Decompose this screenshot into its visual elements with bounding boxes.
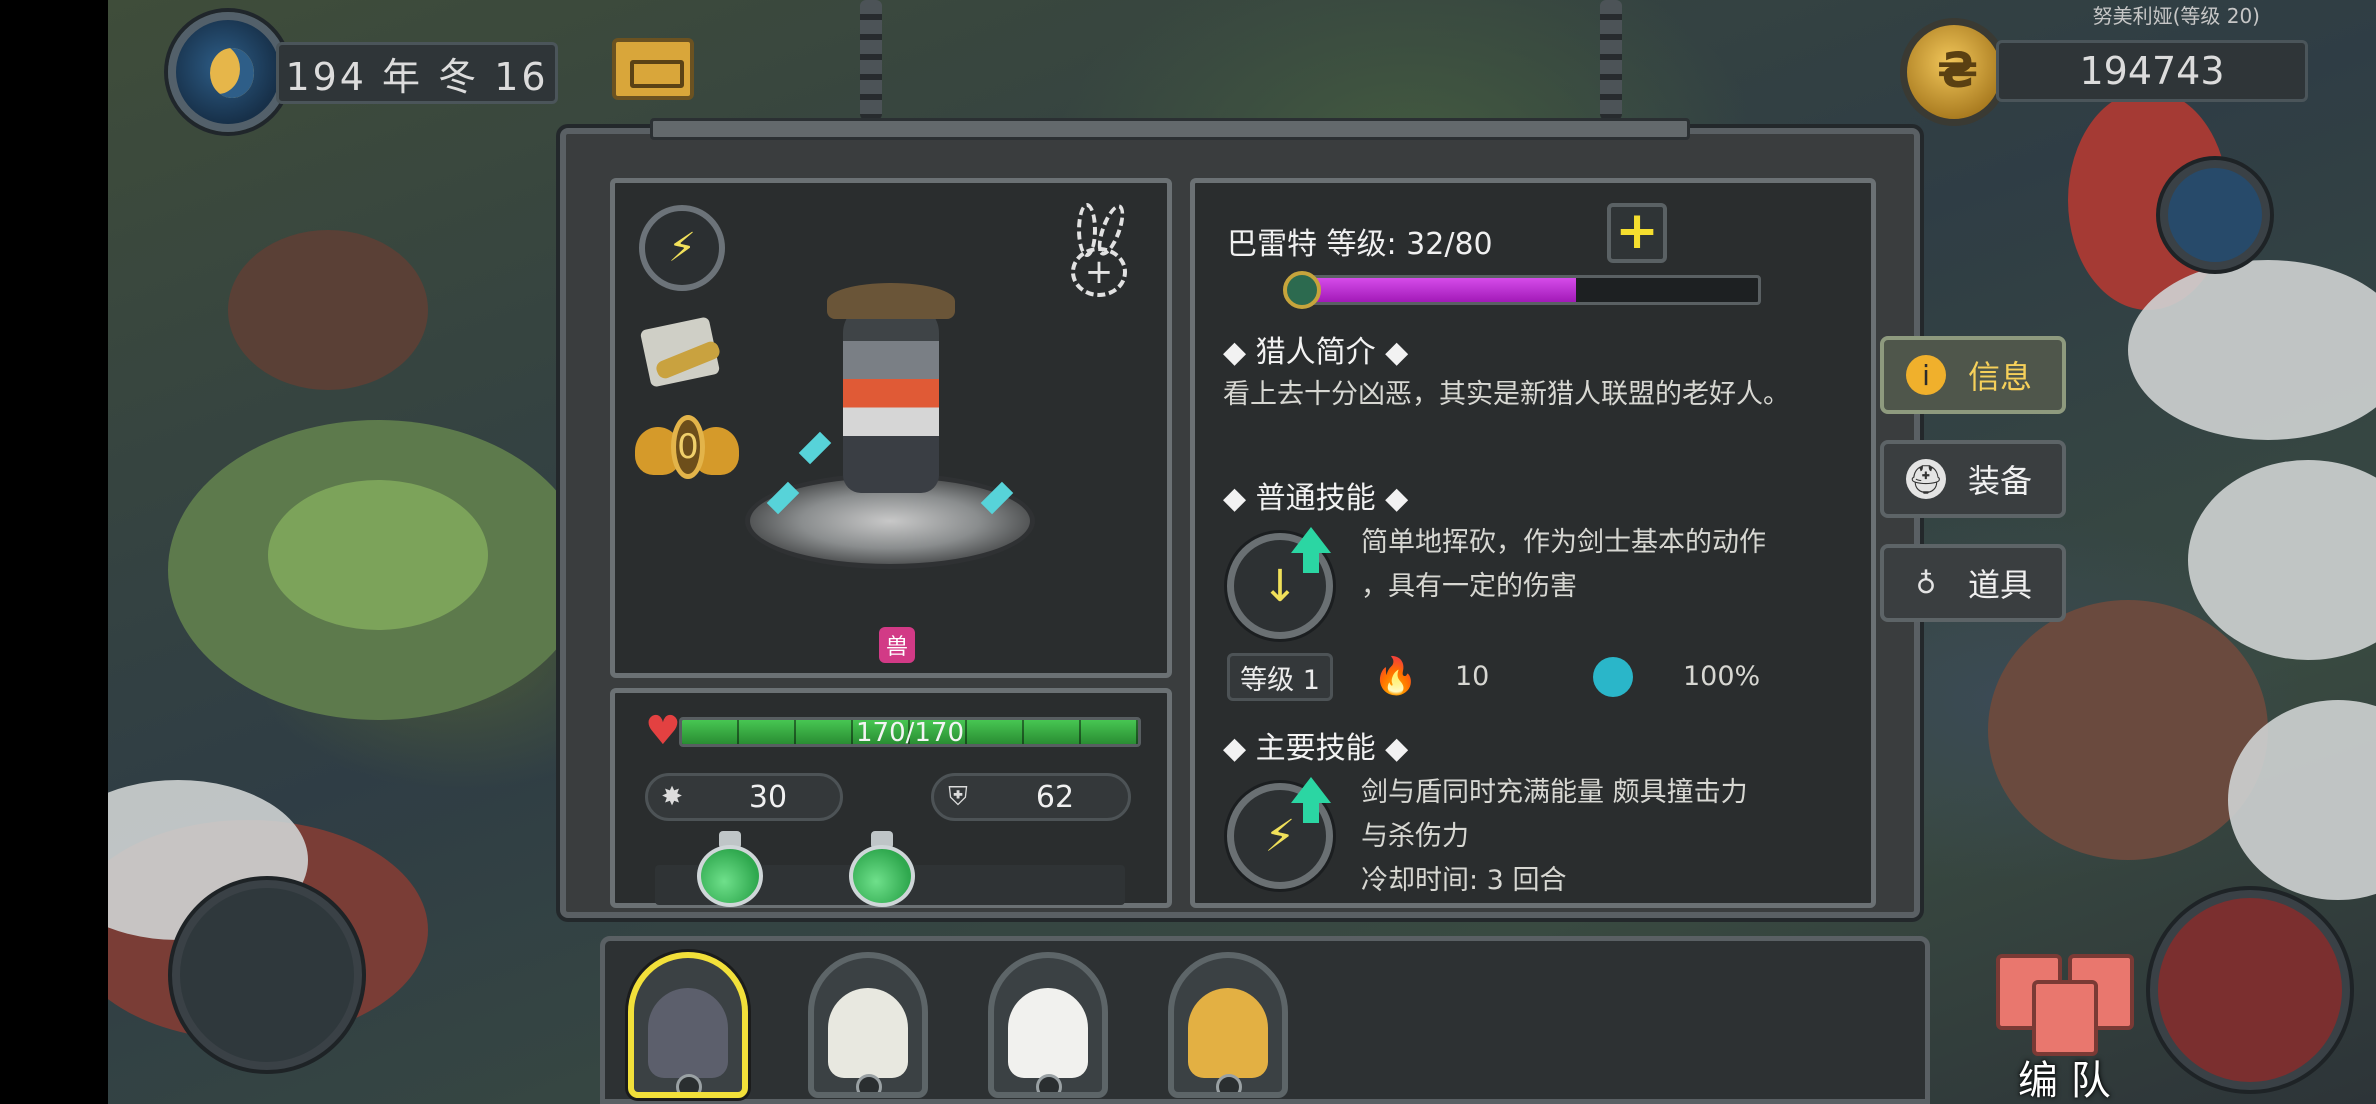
main-skill-desc-1: 剑与盾同时充满能量 颇具撞击力 xyxy=(1361,777,1748,808)
hero-name-level: 巴雷特 等级: 32/80 xyxy=(1227,227,1493,262)
team-formation-button[interactable]: 编 队 xyxy=(1960,920,2180,1104)
main-skill-title: ◆ 主要技能 ◆ xyxy=(1223,731,1409,766)
town-button[interactable] xyxy=(172,880,362,1070)
gold-coin-icon: ₴ xyxy=(1900,18,2008,126)
shield-icon: ⛨ xyxy=(948,781,968,812)
xp-rank-icon xyxy=(1283,271,1321,309)
normal-skill-title: ◆ 普通技能 ◆ xyxy=(1223,481,1409,516)
tab-info-label: 信息 xyxy=(1968,358,2033,396)
sword-rank-icon[interactable]: ⚡ xyxy=(639,205,725,291)
hero-slot-leopard[interactable] xyxy=(1168,952,1288,1098)
medal-count: 0 xyxy=(671,415,705,479)
tab-items-label: 道具 xyxy=(1968,566,2033,604)
hero-slot-barrett[interactable] xyxy=(628,952,748,1098)
team-formation-label: 编 队 xyxy=(2018,1058,2111,1104)
normal-skill-desc-1: 简单地挥砍，作为剑士基本的动作 xyxy=(1361,527,1766,558)
skill-damage: 10 xyxy=(1455,661,1490,692)
skill-upgrade-arrow-icon xyxy=(1291,777,1331,823)
hero-portrait-box: ⚡ 0 + 兽 xyxy=(610,178,1172,678)
attack-stat: ✸ 30 xyxy=(645,773,843,821)
quest-avatar-button[interactable] xyxy=(2160,160,2270,270)
hero-slot-polar-bear[interactable] xyxy=(988,952,1108,1098)
gold-display: ₴ 194743 xyxy=(1900,18,2320,128)
panel-chain xyxy=(860,0,882,120)
tab-equipment[interactable]: ⛑ 装备 xyxy=(1880,440,2066,518)
attack-value: 30 xyxy=(748,779,788,815)
xp-fill xyxy=(1304,278,1577,302)
intro-title: ◆ 猎人简介 ◆ xyxy=(1223,335,1409,370)
tab-items[interactable]: ♁ 道具 xyxy=(1880,544,2066,622)
bag-icon: ♁ xyxy=(1915,566,1937,600)
main-skill-cooldown: 冷却时间: 3 回合 xyxy=(1361,865,1567,896)
skill-accuracy: 100% xyxy=(1683,661,1761,692)
hp-text: 170/170 xyxy=(855,718,964,747)
level-up-button[interactable]: + xyxy=(1607,203,1667,263)
skill-level: 等级 1 xyxy=(1227,653,1333,701)
intro-text: 看上去十分凶恶，其实是新猎人联盟的老好人。 xyxy=(1223,379,1790,410)
forge-building xyxy=(228,230,428,390)
hero-slot-eagle[interactable] xyxy=(808,952,928,1098)
season-moon-icon xyxy=(168,12,288,132)
accuracy-icon xyxy=(1593,657,1633,697)
xp-bar xyxy=(1301,275,1761,305)
hero-info-box: 巴雷特 等级: 32/80 + ◆ 猎人简介 ◆ 看上去十分凶恶，其实是新猎人联… xyxy=(1190,178,1876,908)
race-badge-icon: 兽 xyxy=(879,627,915,663)
gold-amount: 194743 xyxy=(1996,40,2308,102)
date-text: 194 年 冬 16 xyxy=(276,42,558,104)
telescope-scroll-icon[interactable] xyxy=(639,316,722,388)
medal-icon[interactable]: 0 xyxy=(635,415,739,495)
skill-upgrade-arrow-icon xyxy=(1291,527,1331,573)
normal-skill-desc-2: ，具有一定的伤害 xyxy=(1361,571,1577,602)
bunny-slot-icon[interactable]: + xyxy=(1071,201,1141,299)
date-display: 194 年 冬 16 xyxy=(168,12,588,132)
panel-rail xyxy=(650,118,1690,140)
tab-equipment-label: 装备 xyxy=(1968,462,2033,500)
tree-canopy xyxy=(268,480,488,630)
potion-icon[interactable] xyxy=(849,831,915,909)
main-skill-desc-2: 与杀伤力 xyxy=(1361,821,1469,852)
hero-model xyxy=(745,283,1035,593)
helmet-icon: ⛑ xyxy=(1906,459,1946,499)
calendar-button[interactable] xyxy=(612,38,694,100)
fire-icon: 🔥 xyxy=(1373,656,1418,697)
potion-icon[interactable] xyxy=(697,831,763,909)
tab-info[interactable]: i 信息 xyxy=(1880,336,2066,414)
world-map-button[interactable] xyxy=(2150,890,2350,1090)
hero-stats-box: ♥ 170/170 ✸ 30 ⛨ 62 xyxy=(610,688,1172,908)
info-icon: i xyxy=(1906,355,1946,395)
attack-burst-icon: ✸ xyxy=(661,782,683,812)
hp-bar: 170/170 xyxy=(679,717,1141,747)
tower-building xyxy=(1988,600,2268,860)
defense-stat: ⛨ 62 xyxy=(931,773,1131,821)
defense-value: 62 xyxy=(1035,779,1075,815)
panel-chain xyxy=(1600,0,1622,120)
player-tag: 努美利娅(等级 20) xyxy=(2092,4,2260,28)
team-card-icon xyxy=(2032,980,2098,1056)
